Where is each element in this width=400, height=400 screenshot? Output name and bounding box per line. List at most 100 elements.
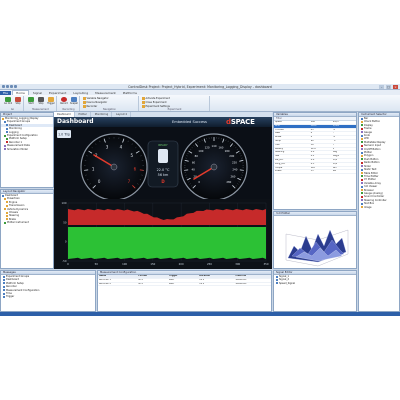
stop-measurement-button[interactable]: Stop <box>37 97 45 107</box>
instrument-icon <box>361 195 363 198</box>
messages-list: Experiment Groups Dashboard Platform Setup… <box>1 275 95 299</box>
gauge-tick-label: 80 <box>195 154 199 158</box>
item-icon <box>3 278 5 281</box>
instrument-icon <box>361 178 363 181</box>
table-row[interactable]: Recorder 2 MF4 Start 10 s SCALEXIO <box>98 282 271 287</box>
gauge-tick-label: 240 <box>232 168 237 172</box>
center-display: 22.0 °C 56 km D READY <box>147 140 179 188</box>
layout-tree: Dashboard Powertrain Engine Transmission… <box>1 194 53 225</box>
instrument-icon <box>361 137 363 140</box>
measurement-config-table: Name Format Trigger Duration Platform Recorde… <box>98 275 271 287</box>
instrument-icon <box>361 144 363 147</box>
table-cell: MF4 <box>137 282 168 287</box>
project-tree: Monitoring_Logging_Display Experiment Gr… <box>1 117 53 151</box>
instrument-icon <box>361 158 363 161</box>
ribbon: Go Online Stop Go Start Stop Trigger Mea… <box>0 95 400 112</box>
list-item[interactable]: Trigger <box>1 295 95 298</box>
dashboard-layout: Dashboard Embedded Success dSPACE 1.0 Tr… <box>54 117 272 269</box>
instrument-icon <box>361 117 363 120</box>
tree-item[interactable]: Simulation Model <box>1 148 53 151</box>
instrument-icon <box>361 202 363 205</box>
close-button[interactable]: × <box>393 85 398 89</box>
x-tick-label: 150 <box>150 262 155 266</box>
item-icon <box>276 282 278 285</box>
minimize-button[interactable]: – <box>379 85 385 89</box>
table-cell: 10 s <box>198 282 235 287</box>
instrument-icon <box>361 127 363 130</box>
instrument-icon <box>361 120 363 123</box>
x-tick-label: 50 <box>95 262 99 266</box>
instrument-selector-panel: Instrument Selector Bar Check Button Displ… <box>358 112 400 312</box>
activate-experiment-button[interactable]: Activate Experiment <box>142 97 170 100</box>
speed-gauge: 020406080100120 140 160180200220240260280 <box>180 133 248 199</box>
x-tick-label: 200 <box>179 262 184 266</box>
gauge-tick-label: 220 <box>232 161 237 165</box>
trigger-button[interactable]: Trigger <box>47 97 55 107</box>
variable-navigator-button[interactable]: Variable Navigator <box>83 97 109 100</box>
trip-badge-label: 1.0 Trip <box>58 132 70 136</box>
gauge-tick-label: 200 <box>229 154 234 158</box>
ribbon-group-recording: Record Snapshot Recording <box>58 96 80 111</box>
instrument-icon <box>361 161 363 164</box>
messages-panel: Messages Experiment Groups Dashboard Platf… <box>0 270 96 312</box>
instrument-icon <box>361 206 363 209</box>
list-item[interactable]: Speed_Signal <box>274 282 356 285</box>
quick-access-toolbar[interactable] <box>2 85 28 89</box>
x-tick-label: 100 <box>122 262 127 266</box>
instrument-icon <box>361 141 363 144</box>
table-cell: Start <box>167 282 199 287</box>
close-experiment-button[interactable]: Close Experiment <box>142 101 167 104</box>
gauge-tick-label: 140 <box>212 144 217 148</box>
temperature-readout: 22.0 °C <box>157 168 170 172</box>
go-online-button[interactable]: Go Online <box>4 97 12 107</box>
device-navigator-button[interactable]: Device Navigator <box>83 101 107 104</box>
table-cell: SCALEXIO <box>234 282 271 287</box>
instrument-icon <box>361 185 363 188</box>
x-tick-label: 250 <box>207 262 212 266</box>
signal-list: Signal_1 Signal_2 Speed_Signal <box>274 275 356 285</box>
measurement-config-panel: Measurement Configuration Name Format Trig… <box>97 270 272 312</box>
rpm-gauge: 01234567 <box>80 133 148 199</box>
instrument-icon <box>361 182 363 185</box>
gauge-tick-label: 3 <box>106 144 109 149</box>
instrument-icon <box>361 148 363 151</box>
project-panel: Project Monitoring_Logging_Display Exper… <box>0 112 54 188</box>
gauge-tick-label: 180 <box>225 149 230 153</box>
instrument-icon <box>361 192 363 195</box>
maximize-button[interactable]: □ <box>386 85 392 89</box>
gauge-tick-label: 5 <box>131 153 134 158</box>
item-icon <box>3 275 5 278</box>
gauge-tick-label: 0 <box>98 179 101 184</box>
table-cell: 55 <box>309 169 332 175</box>
instrument-item[interactable]: Image <box>359 206 399 209</box>
y-tick-label: -50 <box>62 259 67 263</box>
snapshot-button[interactable]: Snapshot <box>70 97 78 107</box>
item-icon <box>3 282 5 285</box>
table-cell: kW <box>331 169 356 175</box>
stop-button[interactable]: Stop <box>14 97 22 107</box>
instrument-icon <box>361 154 363 157</box>
variables-table: Speed 100 km/h RPM 3200 1/min Throttle 45% Gear 4… <box>274 121 356 175</box>
ribbon-group-experiment: Activate Experiment Close Experiment Exp… <box>140 96 210 111</box>
gauge-tick-label: 280 <box>226 180 231 184</box>
item-icon <box>3 289 5 292</box>
app-window: ControlDesk Project: Project_Hybrid, Exp… <box>0 84 400 316</box>
item-icon <box>276 275 278 278</box>
variables-panel: Variables Filter Speed 100 km/h RPM 3200 1/mi… <box>273 112 357 210</box>
tree-item[interactable]: Plotter Instrument <box>1 221 53 224</box>
signal-editor-panel: Signal Editor Signal_1 Signal_2 Speed_Sign… <box>273 270 357 312</box>
ready-indicator: READY <box>158 143 168 147</box>
plot-area-green <box>68 227 266 259</box>
surface-plot <box>274 216 356 268</box>
gauge-tick-label: 100 <box>198 149 203 153</box>
record-button[interactable]: Record <box>60 97 68 107</box>
status-bar <box>0 312 400 316</box>
ribbon-group-go: Go Online Stop Go <box>2 96 24 111</box>
layout-navigator-panel: Layout Navigator Dashboard Powertrain En… <box>0 189 54 269</box>
table-row[interactable]: Power 55 kW <box>274 169 356 175</box>
item-icon <box>3 292 5 295</box>
start-measurement-button[interactable]: Start <box>27 97 35 107</box>
instrument-icon <box>361 124 363 127</box>
dashboard-title: Dashboard <box>57 118 94 125</box>
instrument-icon <box>361 134 363 137</box>
